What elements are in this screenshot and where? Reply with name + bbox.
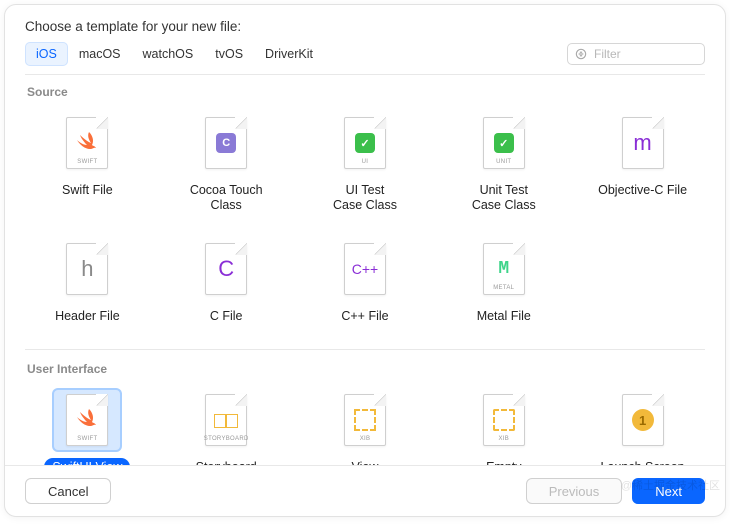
template-label: Cocoa Touch Class [182,181,271,215]
previous-button: Previous [526,478,623,504]
template-unit-test-case-class[interactable]: UNIT✓ Unit Test Case Class [435,103,572,223]
platform-tab-macos[interactable]: macOS [68,42,132,66]
template-icon: XIB [330,388,400,452]
filter-icon [574,47,588,61]
sheet-header: Choose a template for your new file: [5,5,725,42]
template-icon: m [608,111,678,175]
template-icon: h [52,237,122,301]
template-label: Header File [47,307,128,337]
new-file-template-sheet: Choose a template for your new file: iOS… [4,4,726,517]
template-icon: METALM [469,237,539,301]
file-icon: C++ [344,243,386,295]
template-label: Unit Test Case Class [464,181,544,215]
sheet-title: Choose a template for your new file: [25,19,705,34]
template-metal-file[interactable]: METALM Metal File [435,229,572,345]
platform-tab-tvos[interactable]: tvOS [204,42,254,66]
template-icon: C [191,111,261,175]
template-empty[interactable]: XIB Empty [435,380,572,465]
divider [25,349,705,350]
template-icon: UNIT✓ [469,111,539,175]
template-label: Objective-C File [590,181,695,211]
next-button[interactable]: Next [632,478,705,504]
template-scroll-area[interactable]: Source SWIFT Swift File C Cocoa Touch Class… [5,75,725,465]
template-label: SwiftUI View [44,458,130,465]
template-objective-c-file[interactable]: m Objective-C File [574,103,711,223]
file-icon: STORYBOARD [205,394,247,446]
template-storyboard[interactable]: STORYBOARD Storyboard [158,380,295,465]
template-c-file[interactable]: C C File [158,229,295,345]
platform-tabbar: iOSmacOSwatchOStvOSDriverKit [5,42,725,66]
template-grid-ui: SWIFT SwiftUI View STORYBOARD Storyboard XIB… [19,380,711,465]
cancel-button[interactable]: Cancel [25,478,111,504]
template-cocoa-touch-class[interactable]: C Cocoa Touch Class [158,103,295,223]
template-label: Metal File [469,307,539,337]
template-icon: STORYBOARD [191,388,261,452]
file-icon: XIB [483,394,525,446]
template-header-file[interactable]: h Header File [19,229,156,345]
template-swiftui-view[interactable]: SWIFT SwiftUI View [19,380,156,465]
template-c-file[interactable]: C++ C++ File [297,229,434,345]
file-icon: UNIT✓ [483,117,525,169]
file-icon: m [622,117,664,169]
platform-tab-driverkit[interactable]: DriverKit [254,42,324,66]
file-icon: h [66,243,108,295]
platform-tab-ios[interactable]: iOS [25,42,68,66]
template-icon: 1 [608,388,678,452]
template-view[interactable]: XIB View [297,380,434,465]
template-icon: UI✓ [330,111,400,175]
template-label: C File [202,307,251,337]
template-ui-test-case-class[interactable]: UI✓ UI Test Case Class [297,103,434,223]
platform-tab-watchos[interactable]: watchOS [132,42,205,66]
file-icon: C [205,243,247,295]
file-icon: SWIFT [66,117,108,169]
template-label: C++ File [333,307,396,337]
file-icon: XIB [344,394,386,446]
template-label: UI Test Case Class [325,181,405,215]
file-icon: METALM [483,243,525,295]
filter-field[interactable] [567,43,705,65]
template-icon: SWIFT [52,111,122,175]
template-icon: C++ [330,237,400,301]
template-label: Storyboard [188,458,265,465]
template-icon: SWIFT [52,388,122,452]
sheet-footer: Cancel Previous Next [5,465,725,516]
template-swift-file[interactable]: SWIFT Swift File [19,103,156,223]
section-label-source: Source [19,75,711,103]
file-icon: UI✓ [344,117,386,169]
template-label: Launch Screen [593,458,693,465]
file-icon: SWIFT [66,394,108,446]
section-label-ui: User Interface [19,352,711,380]
file-icon: C [205,117,247,169]
template-icon: XIB [469,388,539,452]
template-launch-screen[interactable]: 1 Launch Screen [574,380,711,465]
file-icon: 1 [622,394,664,446]
template-label: Swift File [54,181,121,211]
template-label: Empty [478,458,529,465]
template-icon: C [191,237,261,301]
template-grid-source: SWIFT Swift File C Cocoa Touch Class UI✓ UI T… [19,103,711,345]
filter-input[interactable] [592,46,698,62]
template-label: View [344,458,387,465]
